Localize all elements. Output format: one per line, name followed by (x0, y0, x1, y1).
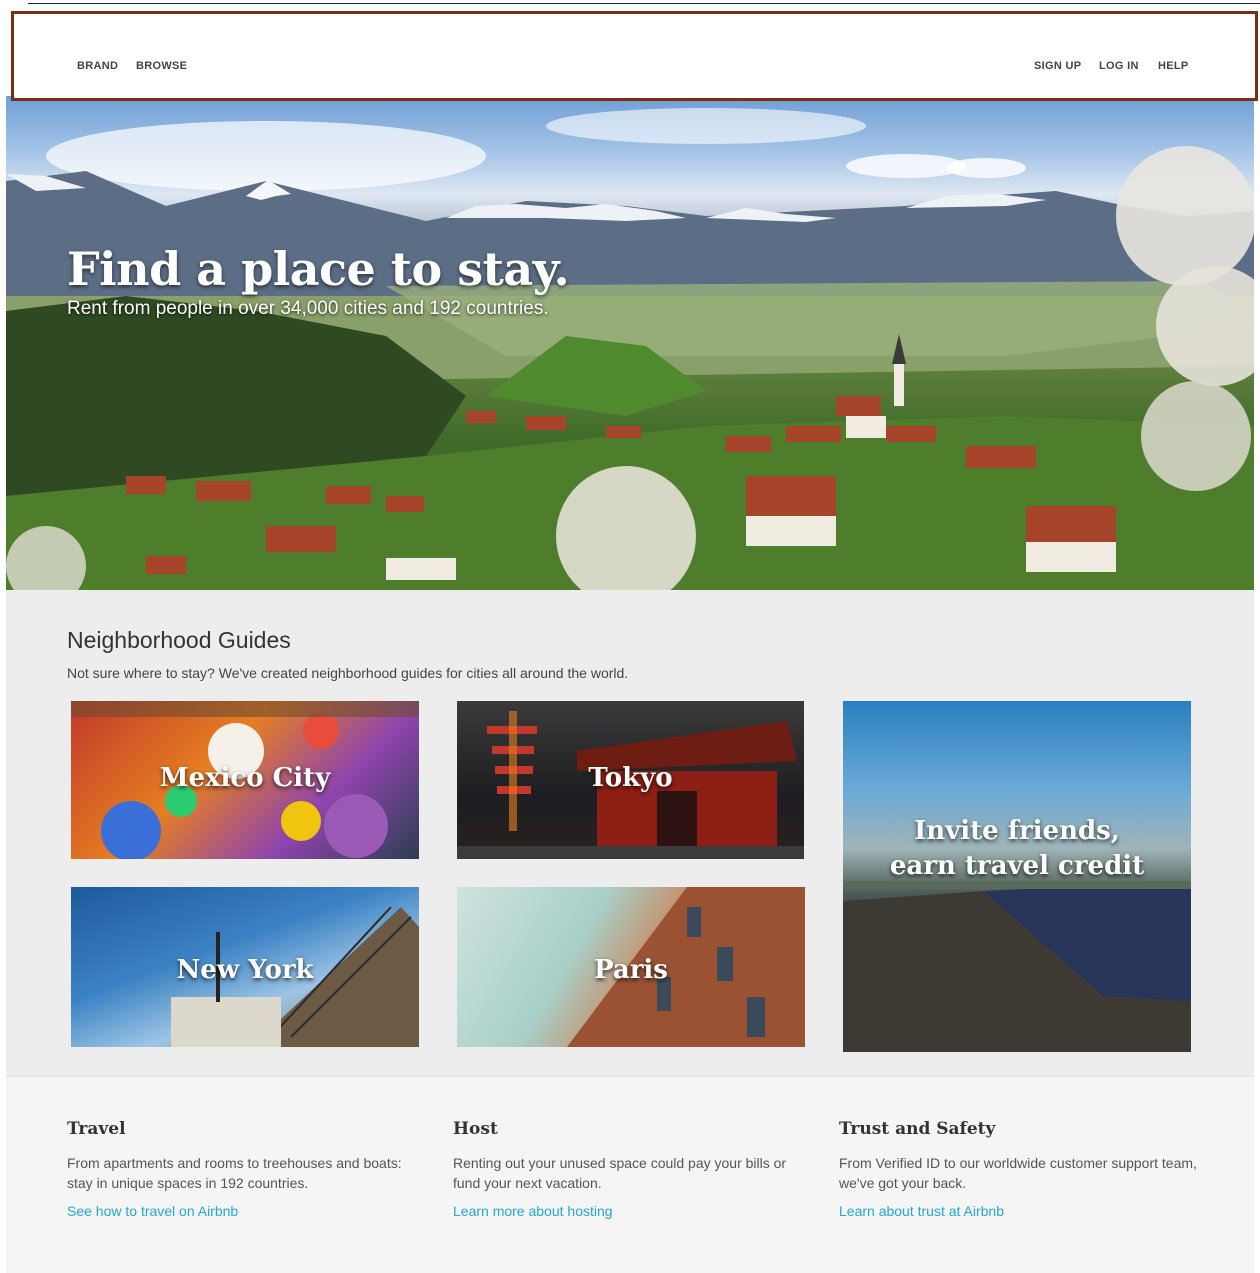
column-title: Travel (67, 1119, 126, 1139)
hero-banner: Find a place to stay. Rent from people i… (6, 96, 1254, 590)
hosting-link[interactable]: Learn more about hosting (453, 1203, 613, 1219)
card-label: New York (176, 955, 314, 985)
neighborhood-guides-section: Neighborhood Guides Not sure where to st… (6, 590, 1254, 1076)
column-text: From Verified ID to our worldwide custom… (839, 1155, 1197, 1191)
brand-link[interactable]: BRAND (77, 60, 118, 72)
browse-link[interactable]: BROWSE (136, 60, 187, 72)
guide-card-paris[interactable]: Paris (457, 887, 805, 1047)
info-footer: Travel From apartments and rooms to tree… (6, 1076, 1254, 1273)
column-text: Renting out your unused space could pay … (453, 1155, 787, 1191)
guide-card-tokyo[interactable]: Tokyo (457, 701, 804, 859)
column-title: Trust and Safety (839, 1119, 996, 1139)
top-rule (28, 3, 1260, 4)
trust-link[interactable]: Learn about trust at Airbnb (839, 1203, 1004, 1219)
travel-column: Travel From apartments and rooms to tree… (67, 1119, 427, 1221)
travel-link[interactable]: See how to travel on Airbnb (67, 1203, 238, 1219)
card-label: Tokyo (588, 763, 673, 793)
host-column: Host Renting out your unused space could… (453, 1119, 813, 1221)
column-text: From apartments and rooms to treehouses … (67, 1155, 402, 1191)
help-link[interactable]: HELP (1158, 60, 1189, 72)
column-title: Host (453, 1119, 498, 1139)
section-subtitle: Not sure where to stay? We've created ne… (67, 665, 629, 681)
invite-friends-card[interactable]: Invite friends, earn travel credit (843, 701, 1191, 1052)
top-navbar: BRAND BROWSE SIGN UP LOG IN HELP (11, 11, 1258, 101)
invite-line-1: Invite friends, (914, 816, 1120, 846)
trust-safety-column: Trust and Safety From Verified ID to our… (839, 1119, 1199, 1221)
invite-line-2: earn travel credit (889, 851, 1145, 881)
login-link[interactable]: LOG IN (1099, 60, 1139, 72)
section-title: Neighborhood Guides (67, 627, 291, 653)
guide-card-mexico-city[interactable]: Mexico City (71, 701, 419, 859)
hero-title: Find a place to stay. (67, 242, 570, 296)
hero-landscape-image (6, 108, 1254, 590)
card-label: Mexico City (159, 763, 331, 793)
card-label: Paris (594, 955, 668, 985)
guide-card-new-york[interactable]: New York (71, 887, 419, 1047)
signup-link[interactable]: SIGN UP (1034, 60, 1081, 72)
hero-subtitle: Rent from people in over 34,000 cities a… (67, 298, 549, 319)
